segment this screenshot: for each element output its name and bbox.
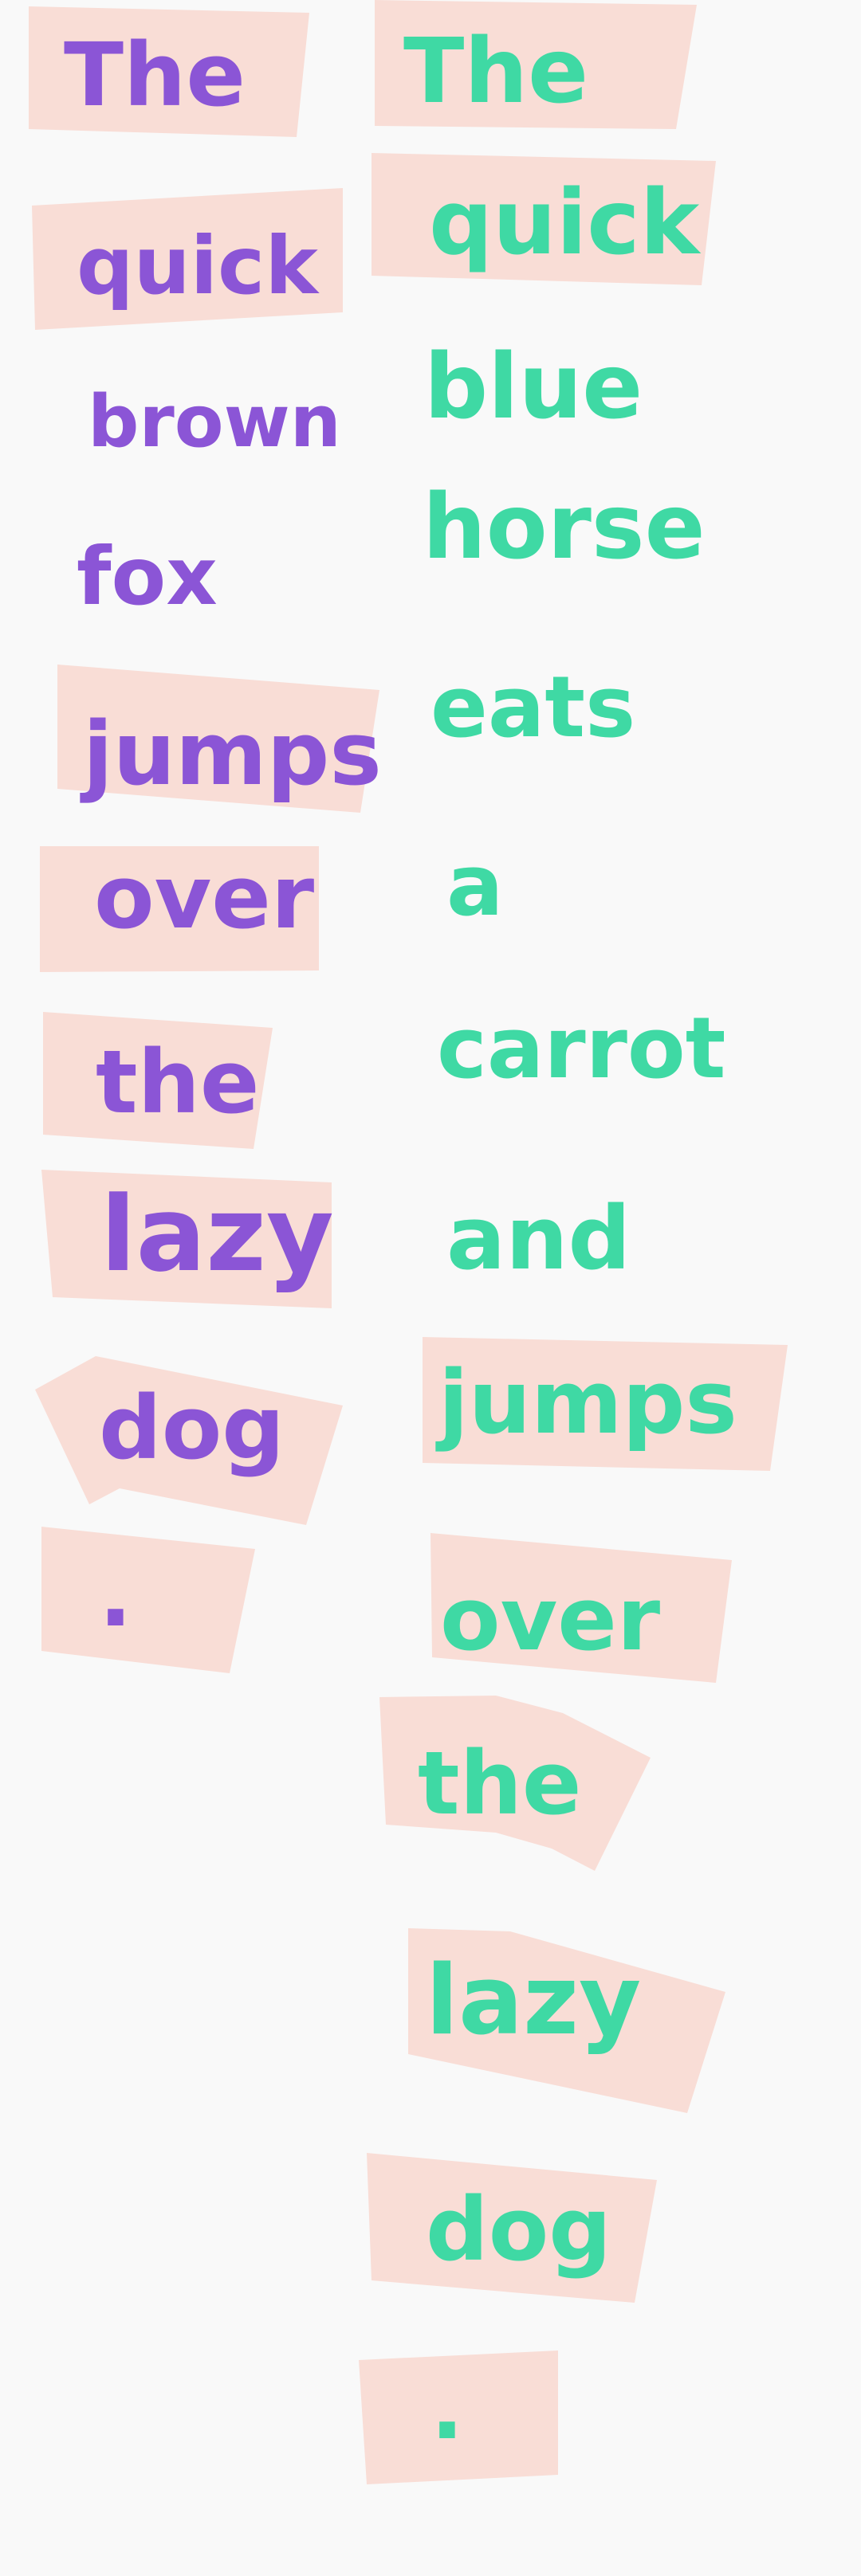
left-word-4: jumps (80, 703, 382, 805)
right-word-9: over (440, 1568, 660, 1670)
left-word-0: The (64, 24, 246, 126)
right-word-10: the (418, 1732, 582, 1834)
right-word-11: lazy (426, 1946, 641, 2056)
left-word-3: fox (77, 530, 218, 623)
left-word-8: dog (99, 1377, 285, 1479)
left-word-1: quick (77, 219, 320, 312)
right-word-5: a (446, 837, 504, 935)
right-word-4: eats (431, 658, 635, 756)
right-word-12: dog (426, 2178, 611, 2280)
right-word-1: quick (429, 171, 702, 275)
left-word-5: over (94, 846, 314, 948)
right-word-13: . (431, 2357, 464, 2459)
right-word-6: carrot (437, 999, 725, 1097)
right-word-0: The (403, 20, 588, 124)
right-word-2: blue (424, 335, 643, 439)
left-word-7: lazy (100, 1174, 334, 1295)
left-word-2: brown (88, 380, 341, 464)
handwriting-canvas: The quick brown fox jumps over the lazy dog. The… (29, 0, 788, 2484)
left-word-9: . (99, 1544, 132, 1646)
right-word-7: and (446, 1187, 631, 1289)
right-word-8: jumps (435, 1351, 737, 1453)
left-highlight-9 (41, 1527, 255, 1673)
left-word-6: the (96, 1031, 260, 1133)
right-word-3: horse (423, 476, 706, 579)
